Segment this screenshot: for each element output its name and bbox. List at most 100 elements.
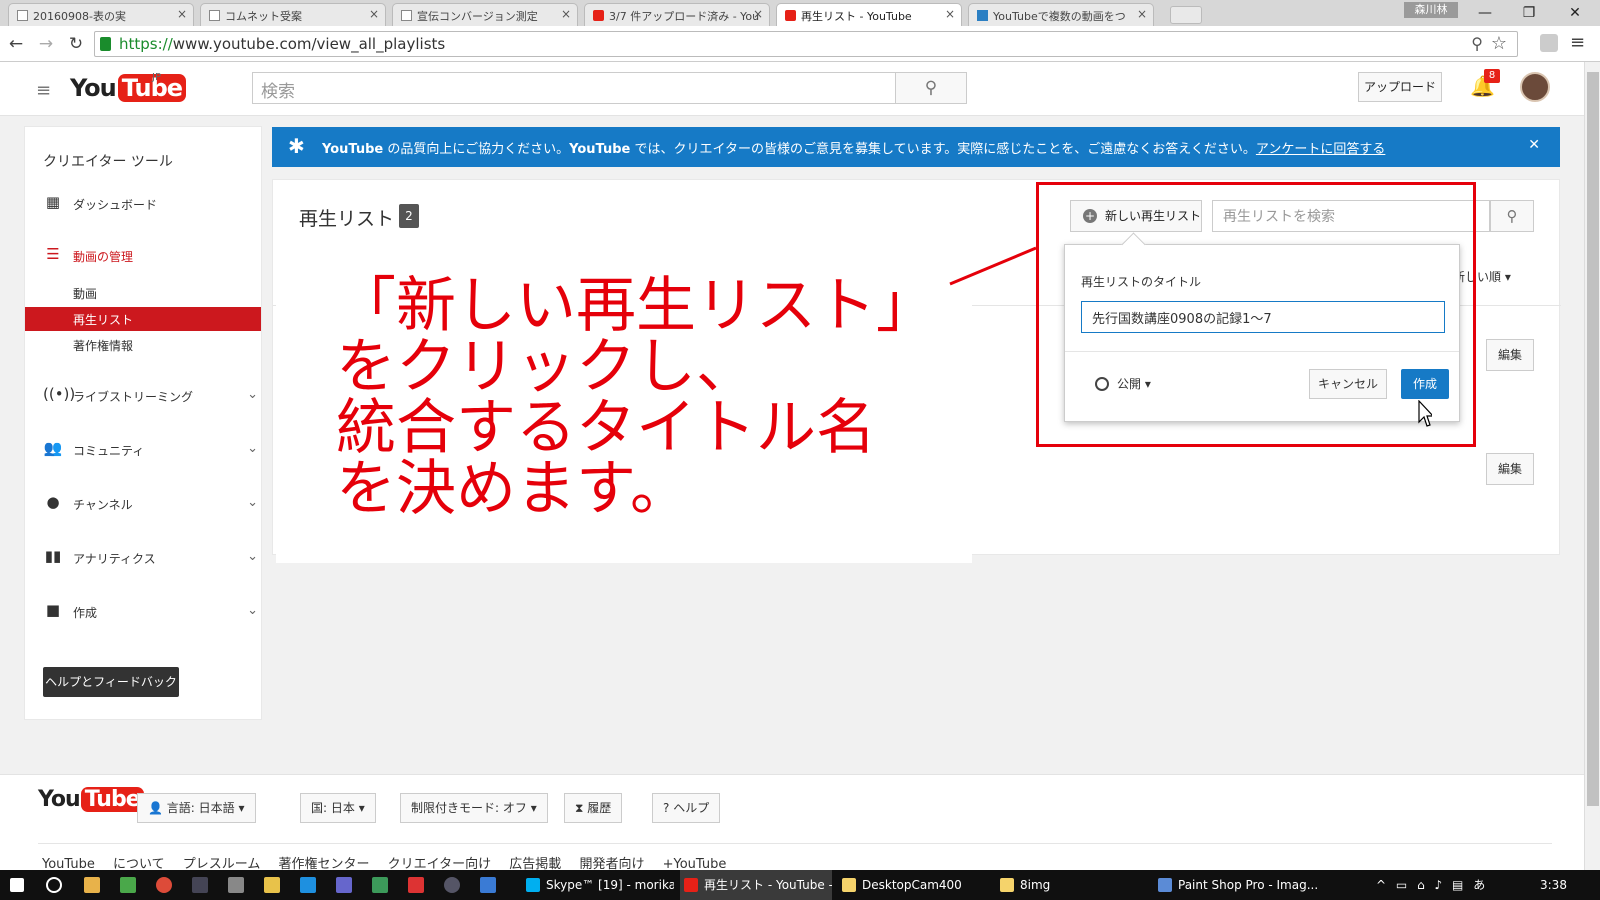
browser-tab[interactable]: 20160908-表の実 × xyxy=(8,3,194,26)
taskbar-app-active[interactable]: 再生リスト - YouTube -... xyxy=(680,870,832,900)
volume-icon[interactable]: ♪ xyxy=(1435,878,1443,892)
new-tab-button[interactable] xyxy=(1170,6,1202,24)
app-icon[interactable] xyxy=(84,877,100,893)
language-button[interactable]: 👤 言語: 日本語 ▾ xyxy=(137,793,256,823)
page-footer: You Tube 👤 言語: 日本語 ▾ 国: 日本 ▾ 制限付きモード: オフ … xyxy=(0,774,1584,872)
back-icon[interactable]: ← xyxy=(4,32,28,56)
app-icon[interactable] xyxy=(120,877,136,893)
browser-user-badge[interactable]: 森川林 xyxy=(1404,2,1458,18)
sidebar-sub-videos[interactable]: 動画 xyxy=(25,281,261,305)
message-icon[interactable]: ▤ xyxy=(1452,878,1463,892)
browser-tab[interactable]: 宣伝コンバージョン測定 × xyxy=(392,3,578,26)
annotation-text: 「新しい再生リスト」 をクリックし、 統合するタイトル名 を決めます。 xyxy=(336,276,936,520)
hamburger-menu-icon[interactable]: ≡ xyxy=(36,80,51,101)
zoom-icon[interactable]: ⚲ xyxy=(1471,34,1483,53)
restricted-mode-button[interactable]: 制限付きモード: オフ ▾ xyxy=(400,793,548,823)
chevron-up-icon[interactable]: ^ xyxy=(1376,878,1386,892)
edit-button[interactable]: 編集 xyxy=(1486,339,1534,371)
close-icon[interactable]: × xyxy=(1137,7,1147,21)
taskbar-app[interactable]: DesktopCam400 xyxy=(838,870,990,900)
app-icon[interactable] xyxy=(228,877,244,893)
caret-down-icon: ▾ xyxy=(1504,270,1511,284)
sidebar-item-label: コミュニティ xyxy=(73,444,145,458)
forward-icon[interactable]: → xyxy=(34,32,58,56)
ime-indicator[interactable]: あ xyxy=(1473,878,1485,892)
close-icon[interactable]: × xyxy=(561,7,571,21)
bookmark-star-icon[interactable]: ☆ xyxy=(1491,33,1507,54)
divider xyxy=(38,843,1552,844)
app-icon[interactable] xyxy=(408,877,424,893)
sidebar-sub-playlists[interactable]: 再生リスト xyxy=(25,307,261,331)
windows-start-icon[interactable] xyxy=(10,878,24,892)
network-icon[interactable]: ⌂ xyxy=(1417,878,1425,892)
url-text[interactable]: https://www.youtube.com/view_all_playlis… xyxy=(119,35,445,53)
app-icon[interactable] xyxy=(336,877,352,893)
sidebar-sub-copyright[interactable]: 著作権情報 xyxy=(25,333,261,357)
scrollbar-thumb[interactable] xyxy=(1587,72,1599,806)
sidebar-item-analytics[interactable]: ▮▮ アナリティクス ⌄ xyxy=(43,547,258,569)
banner-text: YouTube の品質向上にご協力ください。YouTube では、クリエイターの… xyxy=(322,138,1385,157)
folder-icon[interactable] xyxy=(264,877,280,893)
browser-tab[interactable]: 3/7 件アップロード済み - You × xyxy=(584,3,770,26)
search-input[interactable]: 検索 xyxy=(252,72,896,104)
clock[interactable]: 3:38 xyxy=(1540,870,1567,900)
reload-icon[interactable]: ↻ xyxy=(64,32,88,56)
close-icon[interactable]: × xyxy=(753,7,763,21)
upload-button[interactable]: アップロード xyxy=(1358,72,1442,102)
search-button[interactable]: ⚲ xyxy=(895,72,967,104)
taskbar-app[interactable]: 8img xyxy=(996,870,1148,900)
restore-icon[interactable]: ❐ xyxy=(1514,3,1544,23)
app-icon[interactable] xyxy=(192,877,208,893)
app-icon[interactable] xyxy=(372,877,388,893)
help-feedback-button[interactable]: ヘルプとフィードバック xyxy=(43,667,179,697)
survey-link[interactable]: アンケートに回答する xyxy=(1256,142,1385,157)
close-icon[interactable]: × xyxy=(177,7,187,21)
url-bar[interactable]: https://www.youtube.com/view_all_playlis… xyxy=(94,31,1518,57)
app-icon[interactable] xyxy=(480,877,496,893)
history-button[interactable]: ⧗ 履歴 xyxy=(564,793,623,823)
banner-brand: YouTube xyxy=(322,142,384,157)
notification-badge: 8 xyxy=(1484,69,1500,83)
sidebar-item-video-manager[interactable]: ☰ 動画の管理 xyxy=(43,245,258,267)
help-button[interactable]: ? ヘルプ xyxy=(652,793,721,823)
cortana-icon[interactable] xyxy=(46,877,62,893)
sidebar-item-label: チャンネル xyxy=(73,498,133,512)
youtube-logo[interactable]: You Tube xyxy=(70,74,187,102)
browser-tab-active[interactable]: 再生リスト - YouTube × xyxy=(776,3,962,26)
caret-down-icon: ▾ xyxy=(530,801,537,815)
sidebar-item-community[interactable]: 👥 コミュニティ ⌄ xyxy=(43,439,258,461)
doc-icon xyxy=(401,10,412,21)
window-close-icon[interactable]: ✕ xyxy=(1560,3,1590,23)
rss-icon[interactable] xyxy=(1540,34,1558,52)
browser-menu-icon[interactable]: ≡ xyxy=(1570,32,1585,53)
battery-icon[interactable]: ▭ xyxy=(1396,878,1407,892)
avatar[interactable] xyxy=(1520,72,1550,102)
sidebar-item-live[interactable]: ((•)) ライブストリーミング ⌄ xyxy=(43,385,258,407)
browser-tab[interactable]: コムネット受案 × xyxy=(200,3,386,26)
edge-icon[interactable] xyxy=(300,877,316,893)
browser-tab[interactable]: YouTubeで複数の動画をつ × xyxy=(968,3,1154,26)
tab-label: YouTubeで複数の動画をつ xyxy=(993,10,1126,23)
country-button[interactable]: 国: 日本 ▾ xyxy=(300,793,376,823)
youtube-icon xyxy=(785,10,796,21)
minimize-icon[interactable]: — xyxy=(1470,3,1500,23)
sidebar-item-label: ダッシュボード xyxy=(73,198,158,212)
survey-banner: ✱ YouTube の品質向上にご協力ください。YouTube では、クリエイタ… xyxy=(272,127,1560,167)
sidebar-item-label: アナリティクス xyxy=(73,552,156,566)
close-icon[interactable]: × xyxy=(945,7,955,21)
sidebar-item-create[interactable]: ■ 作成 ⌄ xyxy=(43,601,258,623)
edit-button[interactable]: 編集 xyxy=(1486,453,1534,485)
playlist-search-button[interactable]: ⚲ xyxy=(1490,200,1534,232)
page-scrollbar[interactable] xyxy=(1584,62,1600,870)
lock-icon xyxy=(100,37,111,51)
app-icon[interactable] xyxy=(444,877,460,893)
taskbar-app[interactable]: Paint Shop Pro - Imag... xyxy=(1154,870,1322,900)
footer-youtube-logo[interactable]: You Tube xyxy=(38,787,144,812)
sidebar-item-dashboard[interactable]: ▦ ダッシュボード xyxy=(43,193,258,215)
close-icon[interactable]: ✕ xyxy=(1528,137,1540,153)
taskbar-app[interactable]: Skype™ [19] - morika... xyxy=(522,870,674,900)
dk-icon xyxy=(977,10,988,21)
chrome-icon[interactable] xyxy=(156,877,172,893)
close-icon[interactable]: × xyxy=(369,7,379,21)
sidebar-item-channel[interactable]: ● チャンネル ⌄ xyxy=(43,493,258,515)
